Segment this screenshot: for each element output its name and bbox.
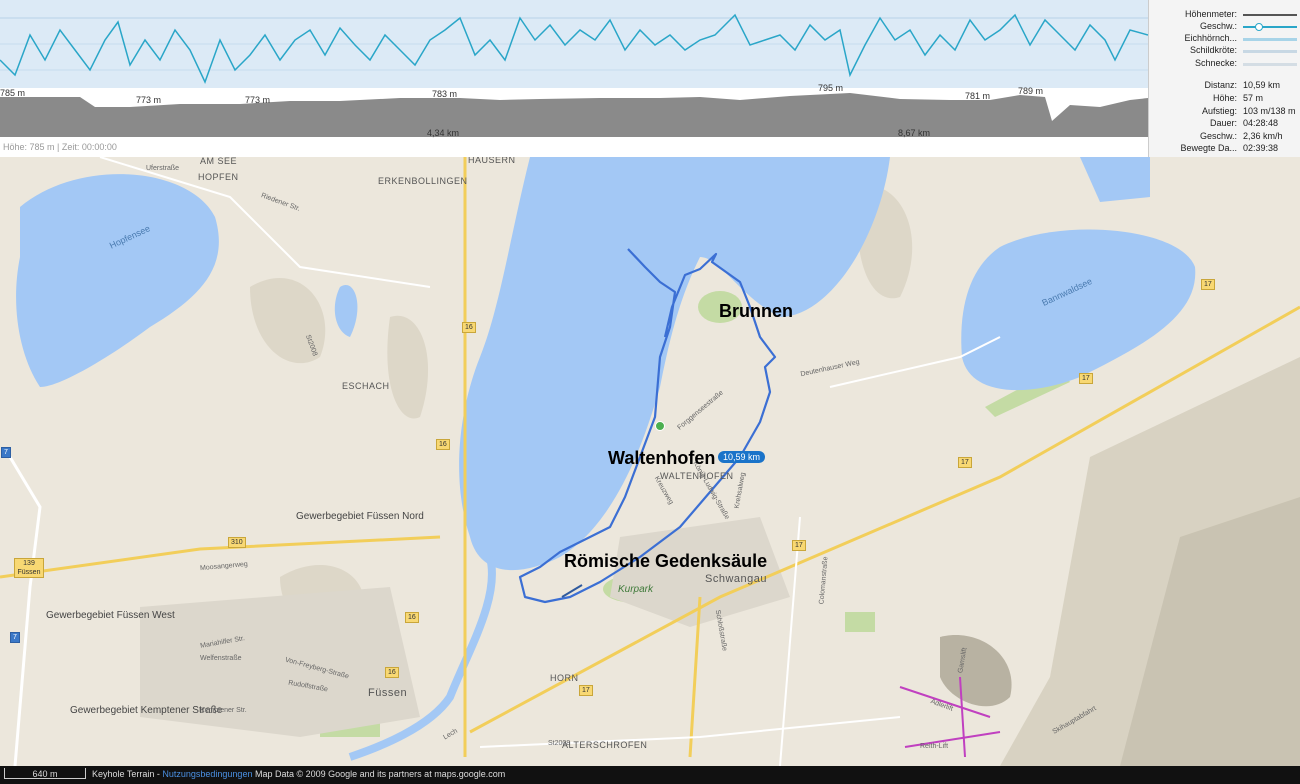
stat-label: Geschw.: (1199, 131, 1237, 141)
place-label: HAUSERN (468, 157, 516, 165)
bannwaldsee-water (961, 229, 1196, 391)
map-footer: 640 m Keyhole Terrain - Nutzungsbedingun… (0, 766, 1300, 784)
elevation-label: 785 m (0, 88, 26, 98)
route-shield: 7 (10, 632, 20, 643)
stat-ascent: Aufstieg: 103 m/138 m (1149, 106, 1300, 118)
stat-speed: Geschw.: 2,36 km/h (1149, 131, 1300, 143)
street-label: Uferstraße (146, 165, 180, 172)
route-shield: 310 (228, 537, 246, 548)
distance-badge: 10,59 km (718, 451, 766, 463)
scale-bar: 640 m (4, 768, 86, 779)
elevation-label: 789 m (1018, 86, 1044, 96)
stat-distance: Distanz: 10,59 km (1149, 80, 1300, 92)
route-shield: 17 (1079, 373, 1093, 384)
profile-status: Höhe: 785 m | Zeit: 00:00:00 (3, 142, 117, 152)
stat-value: 2,36 km/h (1243, 131, 1283, 141)
poi-label: Gewerbegebiet Kemptener Straße (70, 705, 223, 716)
route-shield: 17 (579, 685, 593, 696)
place-label: HORN (550, 673, 579, 683)
poi-label: Kurpark (618, 584, 654, 595)
stat-value: 103 m/138 m (1243, 106, 1296, 116)
map-attribution: Keyhole Terrain - Nutzungsbedingungen Ma… (92, 769, 505, 779)
legend-swatch (1243, 63, 1297, 66)
route-shield: 17 (958, 457, 972, 468)
waypoint-label[interactable]: Brunnen (719, 301, 793, 322)
stat-label: Bewegte Da... (1180, 143, 1237, 153)
route-shield: 139 Füssen (14, 558, 44, 578)
legend-speed[interactable]: Geschw.: (1149, 21, 1300, 32)
distance-label: 8,67 km (898, 128, 931, 138)
place-label: Füssen (368, 687, 408, 699)
poi-label: Gewerbegebiet Füssen Nord (296, 511, 424, 522)
stat-value: 02:39:38 (1243, 143, 1279, 153)
legend-label: Schnecke: (1194, 58, 1237, 68)
street-label: Reith-Lift (920, 743, 949, 750)
street-label: Kemptener Str. (200, 707, 247, 714)
profile-graph[interactable] (0, 0, 1148, 157)
stats-panel: Höhenmeter: Geschw.: Eichhörnch... Schil… (1148, 0, 1300, 158)
route-shield: 7 (1, 447, 11, 458)
legend-swatch (1243, 38, 1297, 41)
elevation-label: 795 m (818, 83, 844, 93)
legend-label: Eichhörnch... (1184, 33, 1237, 43)
legend-swatch (1243, 26, 1297, 28)
attribution-suffix: Map Data © 2009 Google and its partners … (252, 769, 506, 779)
legend-elevation[interactable]: Höhenmeter: (1149, 9, 1300, 20)
street-label: Welfenstraße (200, 655, 242, 662)
stat-label: Distanz: (1204, 80, 1237, 90)
waypoint-label[interactable]: Waltenhofen (608, 448, 715, 469)
attribution-prefix: Keyhole Terrain - (92, 769, 163, 779)
place-label: ALTERSCHROFEN (562, 740, 648, 750)
route-shield: 16 (462, 322, 476, 333)
elevation-label: 773 m (245, 95, 271, 105)
legend-label: Schildkröte: (1189, 45, 1237, 55)
elevation-label: 781 m (965, 91, 991, 101)
route-shield: 17 (792, 540, 806, 551)
route-shield: 16 (405, 612, 419, 623)
legend-swatch (1243, 50, 1297, 53)
speed-line (0, 13, 1148, 84)
legend-label: Höhenmeter: (1184, 9, 1237, 19)
map-view[interactable]: AM SEE HOPFEN ERKENBOLLINGEN HAUSERN ESC… (0, 157, 1300, 766)
street-label: St2008 (548, 740, 571, 747)
stat-moving-duration: Bewegte Da... 02:39:38 (1149, 143, 1300, 155)
stat-value: 04:28:48 (1243, 118, 1279, 128)
place-label: Schwangau (705, 573, 767, 585)
stat-label: Dauer: (1209, 118, 1237, 128)
terms-link[interactable]: Nutzungsbedingungen (162, 769, 252, 779)
stat-label: Höhe: (1212, 93, 1237, 103)
forggensee-water (459, 157, 890, 571)
elevation-profile-panel[interactable]: 785 m 773 m 773 m 783 m 795 m 781 m 789 … (0, 0, 1148, 158)
legend-squirrel[interactable]: Eichhörnch... (1149, 33, 1300, 44)
place-label: ESCHACH (342, 381, 390, 391)
elevation-label: 783 m (432, 89, 458, 99)
poi-label: Gewerbegebiet Füssen West (46, 610, 175, 621)
route-shield: 16 (436, 439, 450, 450)
legend-label: Geschw.: (1199, 21, 1237, 31)
stat-height: Höhe: 57 m (1149, 93, 1300, 105)
legend-snail[interactable]: Schnecke: (1149, 58, 1300, 69)
route-shield: 17 (1201, 279, 1215, 290)
waypoint-label[interactable]: Römische Gedenksäule (564, 551, 767, 572)
legend-turtle[interactable]: Schildkröte: (1149, 45, 1300, 56)
stat-value: 57 m (1243, 93, 1264, 103)
elevation-label: 773 m (136, 95, 162, 105)
distance-label: 4,34 km (427, 128, 460, 138)
place-label: AM SEE (200, 157, 238, 166)
place-label: HOPFEN (198, 172, 239, 182)
speed-slider-knob[interactable] (1255, 23, 1263, 31)
start-marker (655, 421, 665, 431)
hopfensee-water (16, 174, 219, 387)
stat-duration: Dauer: 04:28:48 (1149, 118, 1300, 130)
place-label: ERKENBOLLINGEN (378, 176, 468, 186)
legend-swatch (1243, 14, 1297, 16)
stat-label: Aufstieg: (1201, 106, 1237, 116)
stat-value: 10,59 km (1243, 80, 1281, 90)
route-shield: 16 (385, 667, 399, 678)
